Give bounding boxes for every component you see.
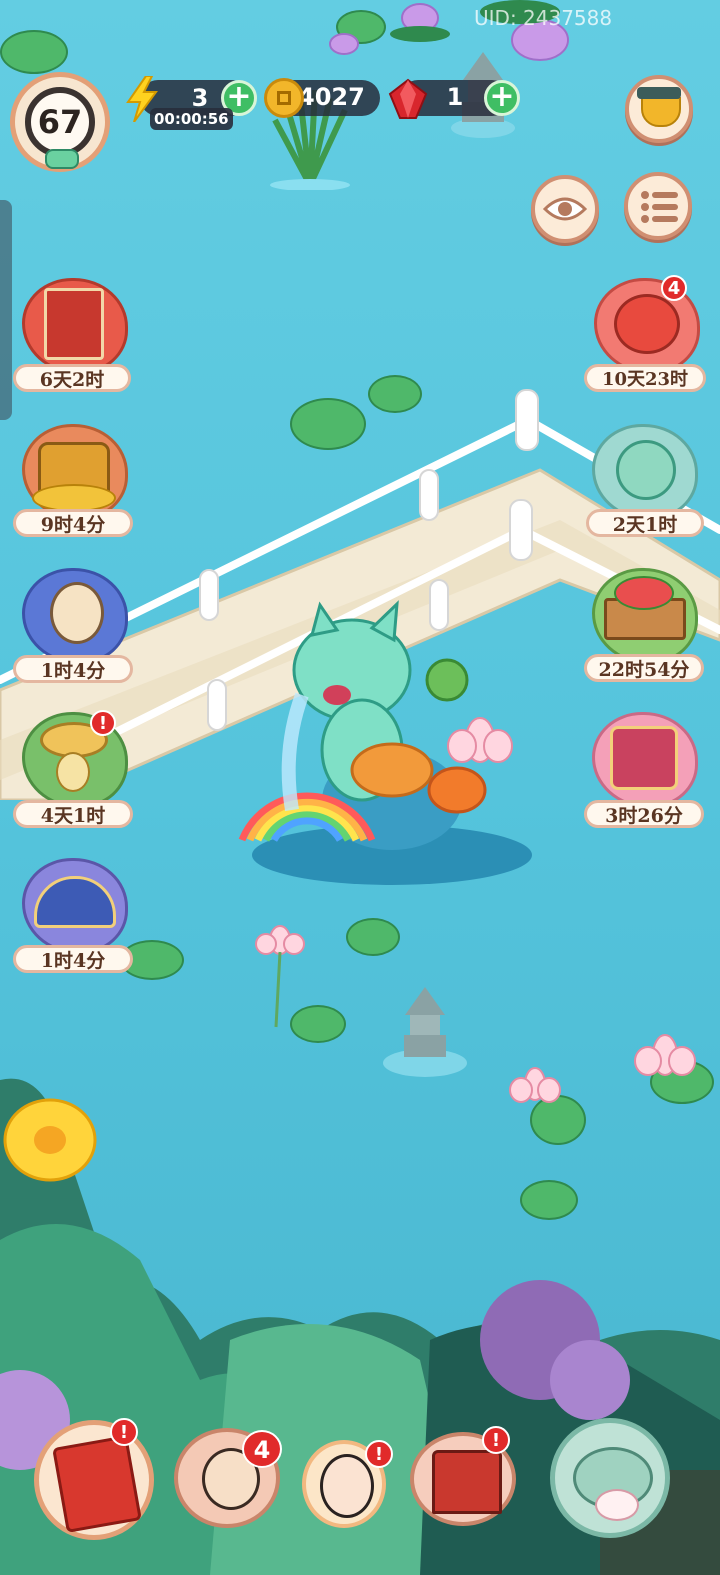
vegetable-cart-event-timer: 22时54分 [584,654,704,682]
gift-box-event[interactable] [586,712,698,808]
characters-count-badge: 4 [242,1430,282,1468]
coins-value: 4027 [298,83,365,111]
shop-stall-icon [432,1450,502,1514]
gift-box-event-timer: 3时26分 [584,800,704,828]
vegetable-cart-event[interactable] [586,568,698,664]
coin-icon [264,78,304,118]
jade-cat-event[interactable] [586,424,698,520]
lady-face-icon [320,1454,374,1518]
level-number: 67 [37,103,83,141]
list-icon [641,191,678,223]
bunny-icon [595,1489,639,1521]
red-gem-icon [388,78,428,119]
add-gems-button[interactable]: + [484,80,520,116]
eye-icon [543,197,587,221]
golden-pot-icon [641,97,681,127]
gift-pot-button[interactable] [625,75,693,143]
almanac-book-icon [44,288,104,360]
storybook-alert-badge: ! [110,1418,138,1446]
lily-pad [0,30,68,74]
teapot-button[interactable] [550,1418,670,1538]
view-toggle-button[interactable] [531,175,599,243]
gems-value: 1 [446,83,464,111]
side-drawer-handle[interactable] [0,200,12,420]
menu-list-button[interactable] [624,172,692,240]
pink-lotus-icon [255,925,305,1028]
red-cat-event-badge: 4 [661,275,687,301]
shop-alert-badge: ! [482,1426,510,1454]
gift-box-icon [610,726,678,790]
bird-fan-event[interactable] [16,858,128,954]
treasure-chest-event[interactable] [16,424,128,520]
game-scene: UID: 2437588 67 3 + 00:00:56 4027 1 + 6天… [0,0,720,1575]
straw-hat-bird-alert-badge: ! [90,710,116,736]
treasure-chest-event-timer: 9时4分 [13,509,133,537]
red-book-icon [52,1435,142,1533]
pink-lotus-icon [447,717,513,763]
straw-hat-bird-event-timer: 4天1时 [13,800,133,828]
lady-portrait-alert-badge: ! [365,1440,393,1468]
jade-cat-icon [616,440,676,500]
coin-pile-icon [32,484,116,512]
almanac-event[interactable] [16,278,128,374]
jade-cat-event-timer: 2天1时 [586,509,704,537]
lily-pad [346,918,400,956]
jade-ornament-icon [45,149,79,169]
player-level-badge[interactable]: 67 [10,72,110,172]
bird-fan-event-timer: 1时4分 [13,945,133,973]
bird-icon [56,752,90,792]
calico-cat-icon [50,582,104,644]
cat-flower-event[interactable] [16,568,128,664]
energy-timer: 00:00:56 [150,108,233,130]
vegetables-icon [614,576,674,610]
cat-flower-event-timer: 1时4分 [13,655,133,683]
uid-text: UID: 2437588 [474,6,613,30]
red-cat-icon [614,294,680,354]
red-cat-event-timer: 10天23时 [584,364,706,392]
almanac-event-timer: 6天2时 [13,364,131,392]
